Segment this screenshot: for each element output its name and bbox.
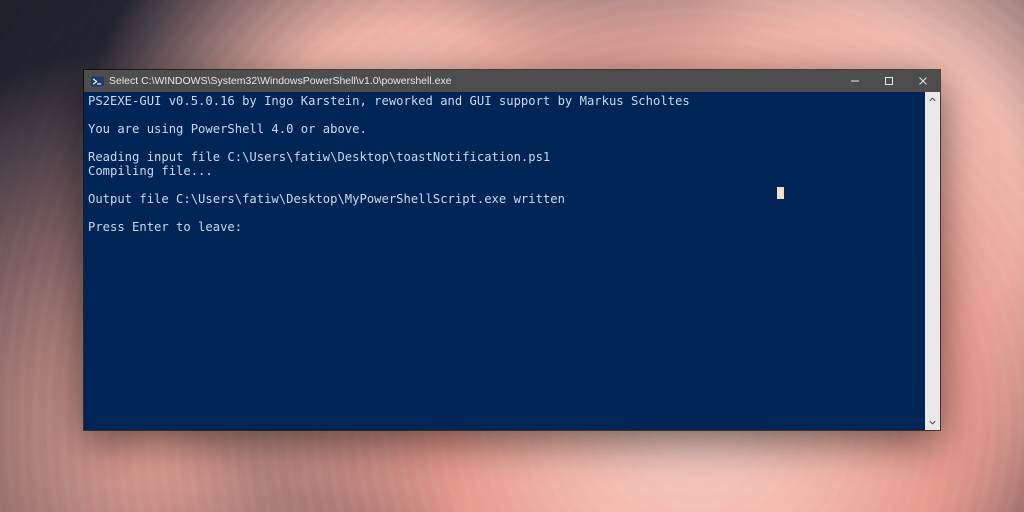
console-line: Press Enter to leave: (88, 220, 921, 234)
maximize-button[interactable] (872, 70, 906, 92)
console-line (88, 178, 921, 192)
titlebar[interactable]: Select C:\WINDOWS\System32\WindowsPowerS… (84, 70, 940, 92)
console-line: PS2EXE-GUI v0.5.0.16 by Ingo Karstein, r… (88, 94, 921, 108)
console-area: PS2EXE-GUI v0.5.0.16 by Ingo Karstein, r… (84, 92, 940, 430)
console-line: You are using PowerShell 4.0 or above. (88, 122, 921, 136)
close-button[interactable] (906, 70, 940, 92)
powershell-window: Select C:\WINDOWS\System32\WindowsPowerS… (84, 70, 940, 430)
scroll-up-button[interactable] (925, 92, 940, 107)
scroll-down-button[interactable] (925, 415, 940, 430)
minimize-button[interactable] (838, 70, 872, 92)
console-line: Output file C:\Users\fatiw\Desktop\MyPow… (88, 192, 921, 206)
powershell-icon (90, 74, 104, 88)
console-line (88, 108, 921, 122)
console-output[interactable]: PS2EXE-GUI v0.5.0.16 by Ingo Karstein, r… (84, 92, 925, 430)
console-line: Reading input file C:\Users\fatiw\Deskto… (88, 150, 921, 164)
selection-cursor (777, 187, 784, 199)
console-line: Compiling file... (88, 164, 921, 178)
console-line (88, 136, 921, 150)
console-line (88, 206, 921, 220)
vertical-scrollbar[interactable] (925, 92, 940, 430)
scrollbar-track[interactable] (925, 107, 940, 415)
window-title: Select C:\WINDOWS\System32\WindowsPowerS… (109, 75, 452, 87)
